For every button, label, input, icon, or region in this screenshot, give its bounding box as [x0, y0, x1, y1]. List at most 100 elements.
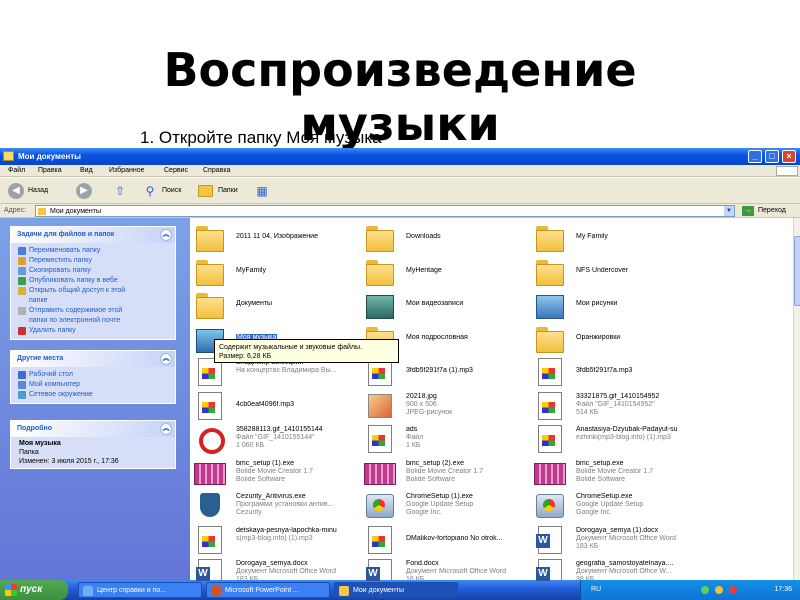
windows-logo-icon	[776, 166, 798, 176]
file-item[interactable]: ChromeSetup (1).exe Google Update Setup Go…	[364, 490, 534, 522]
menu-bar: Файл Правка Вид Избранное Сервис Справка	[0, 165, 800, 177]
folder-tooltip: Содержит музыкальные и звуковые файлы. Р…	[214, 339, 399, 363]
clock: 17:36	[774, 586, 792, 593]
task-item[interactable]: Мой компьютер	[11, 380, 175, 390]
file-item[interactable]: 2011 11 04, Изображение	[194, 222, 364, 254]
file-size: 1 КБ	[406, 442, 421, 449]
explorer-window: Мои документы _ □ × Файл Правка Вид Избр…	[0, 148, 800, 600]
tray-status-icon[interactable]	[701, 586, 709, 594]
file-name: 3fdb5f291f7a.mp3	[576, 367, 633, 374]
file-name: Моя подрословная	[406, 333, 468, 341]
task-item[interactable]: Рабочий стол	[11, 370, 175, 380]
file-name: Документы	[236, 300, 273, 307]
file-icon	[364, 390, 394, 420]
file-type: s(mp3-blog.info) (1).mp3	[236, 534, 313, 542]
task-item-label: Переименовать папку	[29, 247, 101, 254]
file-tasks-header[interactable]: Задачи для файлов и папок ︽	[11, 227, 175, 243]
file-item[interactable]: NFS Undercover	[534, 256, 704, 288]
task-item[interactable]: Переименовать папку	[11, 246, 175, 256]
folders-icon	[198, 185, 213, 197]
file-type: Bolide Movie Creator 1.7	[576, 467, 654, 475]
file-item[interactable]: bmc_setup (2).exe Bolide Movie Creator 1.…	[364, 457, 534, 489]
tray-alert-icon[interactable]	[729, 586, 737, 594]
file-item[interactable]: 20218.jpg 900 x 506 JPEG-рисунок	[364, 390, 534, 422]
menu-edit[interactable]: Правка	[38, 167, 62, 174]
file-item[interactable]: Anastasiya-Dzyubak-Padayut-su ezhinki(mp3…	[534, 423, 704, 455]
file-item[interactable]: 358288113.gif_1410155144 Файл "GIF_141015…	[194, 423, 364, 455]
file-item[interactable]: ads Файл 1 КБ	[364, 423, 534, 455]
collapse-icon[interactable]: ︽	[160, 353, 172, 365]
details-header[interactable]: Подробно ︽	[11, 421, 175, 437]
task-item[interactable]: папки по электронной почте	[11, 316, 175, 326]
folder-icon	[194, 256, 224, 286]
collapse-icon[interactable]: ︽	[160, 229, 172, 241]
menu-tools[interactable]: Сервис	[164, 167, 188, 174]
taskbar-task-button[interactable]: Центр справки и по...	[78, 582, 202, 598]
window-titlebar[interactable]: Мои документы _ □ ×	[0, 148, 800, 165]
file-item[interactable]: Cezurity_Antivirus.exe Программа установк…	[194, 490, 364, 522]
file-type: Файл	[406, 434, 424, 441]
chevron-down-icon[interactable]: ▼	[724, 206, 734, 216]
file-item[interactable]: ChromeSetup.exe Google Update Setup Google…	[534, 490, 704, 522]
menu-favorites[interactable]: Избранное	[109, 167, 144, 174]
file-item[interactable]: Документы	[194, 289, 364, 321]
file-item[interactable]: MyHeritage	[364, 256, 534, 288]
file-type: Google Update Setup	[406, 501, 474, 508]
taskbar-task-button[interactable]: Мои документы	[334, 582, 458, 598]
file-size: JPEG-рисунок	[406, 408, 453, 416]
search-button[interactable]: ⚲ Поиск	[142, 183, 192, 199]
start-button[interactable]: пуск	[0, 580, 68, 600]
maximize-button[interactable]: □	[765, 150, 779, 163]
file-item[interactable]: My Family	[534, 222, 704, 254]
file-item[interactable]: detskaya-pesnya-lapochka-minu s(mp3-blog.…	[194, 524, 364, 556]
task-item[interactable]: Удалить папку	[11, 326, 175, 336]
details-body: Моя музыка Папка Изменен: 3 июля 2015 г.…	[11, 437, 175, 468]
up-folder-button[interactable]: ⇧	[112, 183, 130, 199]
task-item[interactable]: Сетевое окружение	[11, 390, 175, 400]
file-item[interactable]: 3fdb5f291f7a.mp3	[534, 356, 704, 388]
collapse-icon[interactable]: ︽	[160, 423, 172, 435]
file-item[interactable]: Dorogaya_semya (1).docxДокумент Microsof…	[534, 524, 704, 556]
language-indicator[interactable]: RU	[591, 586, 601, 593]
file-item[interactable]: 33321875.gif_1410154952 Файл "GIF_1410154…	[534, 390, 704, 422]
task-item[interactable]: Отправить содержимое этой	[11, 306, 175, 316]
other-places-header[interactable]: Другие места ︽	[11, 351, 175, 367]
file-item[interactable]: 4cb0eaf4096f.mp3	[194, 390, 364, 422]
folders-button[interactable]: Папки	[198, 183, 248, 199]
file-list: Содержит музыкальные и звуковые файлы. Р…	[190, 218, 793, 587]
file-item[interactable]: bmc_setup (1).exe Bolide Movie Creator 1.…	[194, 457, 364, 489]
file-icon	[534, 423, 564, 453]
views-button[interactable]: ▦	[254, 183, 280, 199]
file-item[interactable]: MyFamily	[194, 256, 364, 288]
scrollbar-thumb[interactable]	[794, 236, 800, 306]
tooltip-line1: Содержит музыкальные и звуковые файлы.	[219, 344, 362, 351]
file-item[interactable]: Оранжировки	[534, 323, 704, 355]
vertical-scrollbar[interactable]	[793, 218, 800, 580]
tray-shield-icon[interactable]	[715, 586, 723, 594]
file-item[interactable]: Мои рисунки	[534, 289, 704, 321]
go-arrow-icon[interactable]: →	[742, 206, 754, 216]
file-item[interactable]: Мои видеозаписи	[364, 289, 534, 321]
close-button[interactable]: ×	[782, 150, 796, 163]
file-icon	[534, 356, 564, 386]
go-button[interactable]: Переход	[758, 207, 786, 214]
file-item[interactable]: bmc_setup.exe Bolide Movie Creator 1.7 Bol…	[534, 457, 704, 489]
task-item[interactable]: Открыть общий доступ к этой	[11, 286, 175, 296]
task-icon	[18, 287, 26, 295]
back-button[interactable]: ◀ Назад	[8, 183, 68, 199]
task-item[interactable]: папке	[11, 296, 175, 306]
address-input[interactable]: Мои документы ▼	[35, 205, 735, 217]
file-type: На концертах Владимира Вы...	[236, 367, 337, 374]
task-item[interactable]: Скопировать папку	[11, 266, 175, 276]
file-item[interactable]: DMalikov-fortopiano No otrok...	[364, 524, 534, 556]
taskbar-task-button[interactable]: Microsoft PowerPoint ...	[206, 582, 330, 598]
menu-help[interactable]: Справка	[203, 167, 230, 174]
task-item[interactable]: Переместить папку	[11, 256, 175, 266]
minimize-button[interactable]: _	[748, 150, 762, 163]
task-item[interactable]: Опубликовать папку в вебе	[11, 276, 175, 286]
file-item[interactable]: Downloads	[364, 222, 534, 254]
file-type: Документ Microsoft Office W...	[576, 568, 672, 575]
menu-view[interactable]: Вид	[80, 167, 93, 174]
forward-button[interactable]: ▶	[76, 183, 100, 199]
menu-file[interactable]: Файл	[8, 167, 25, 174]
